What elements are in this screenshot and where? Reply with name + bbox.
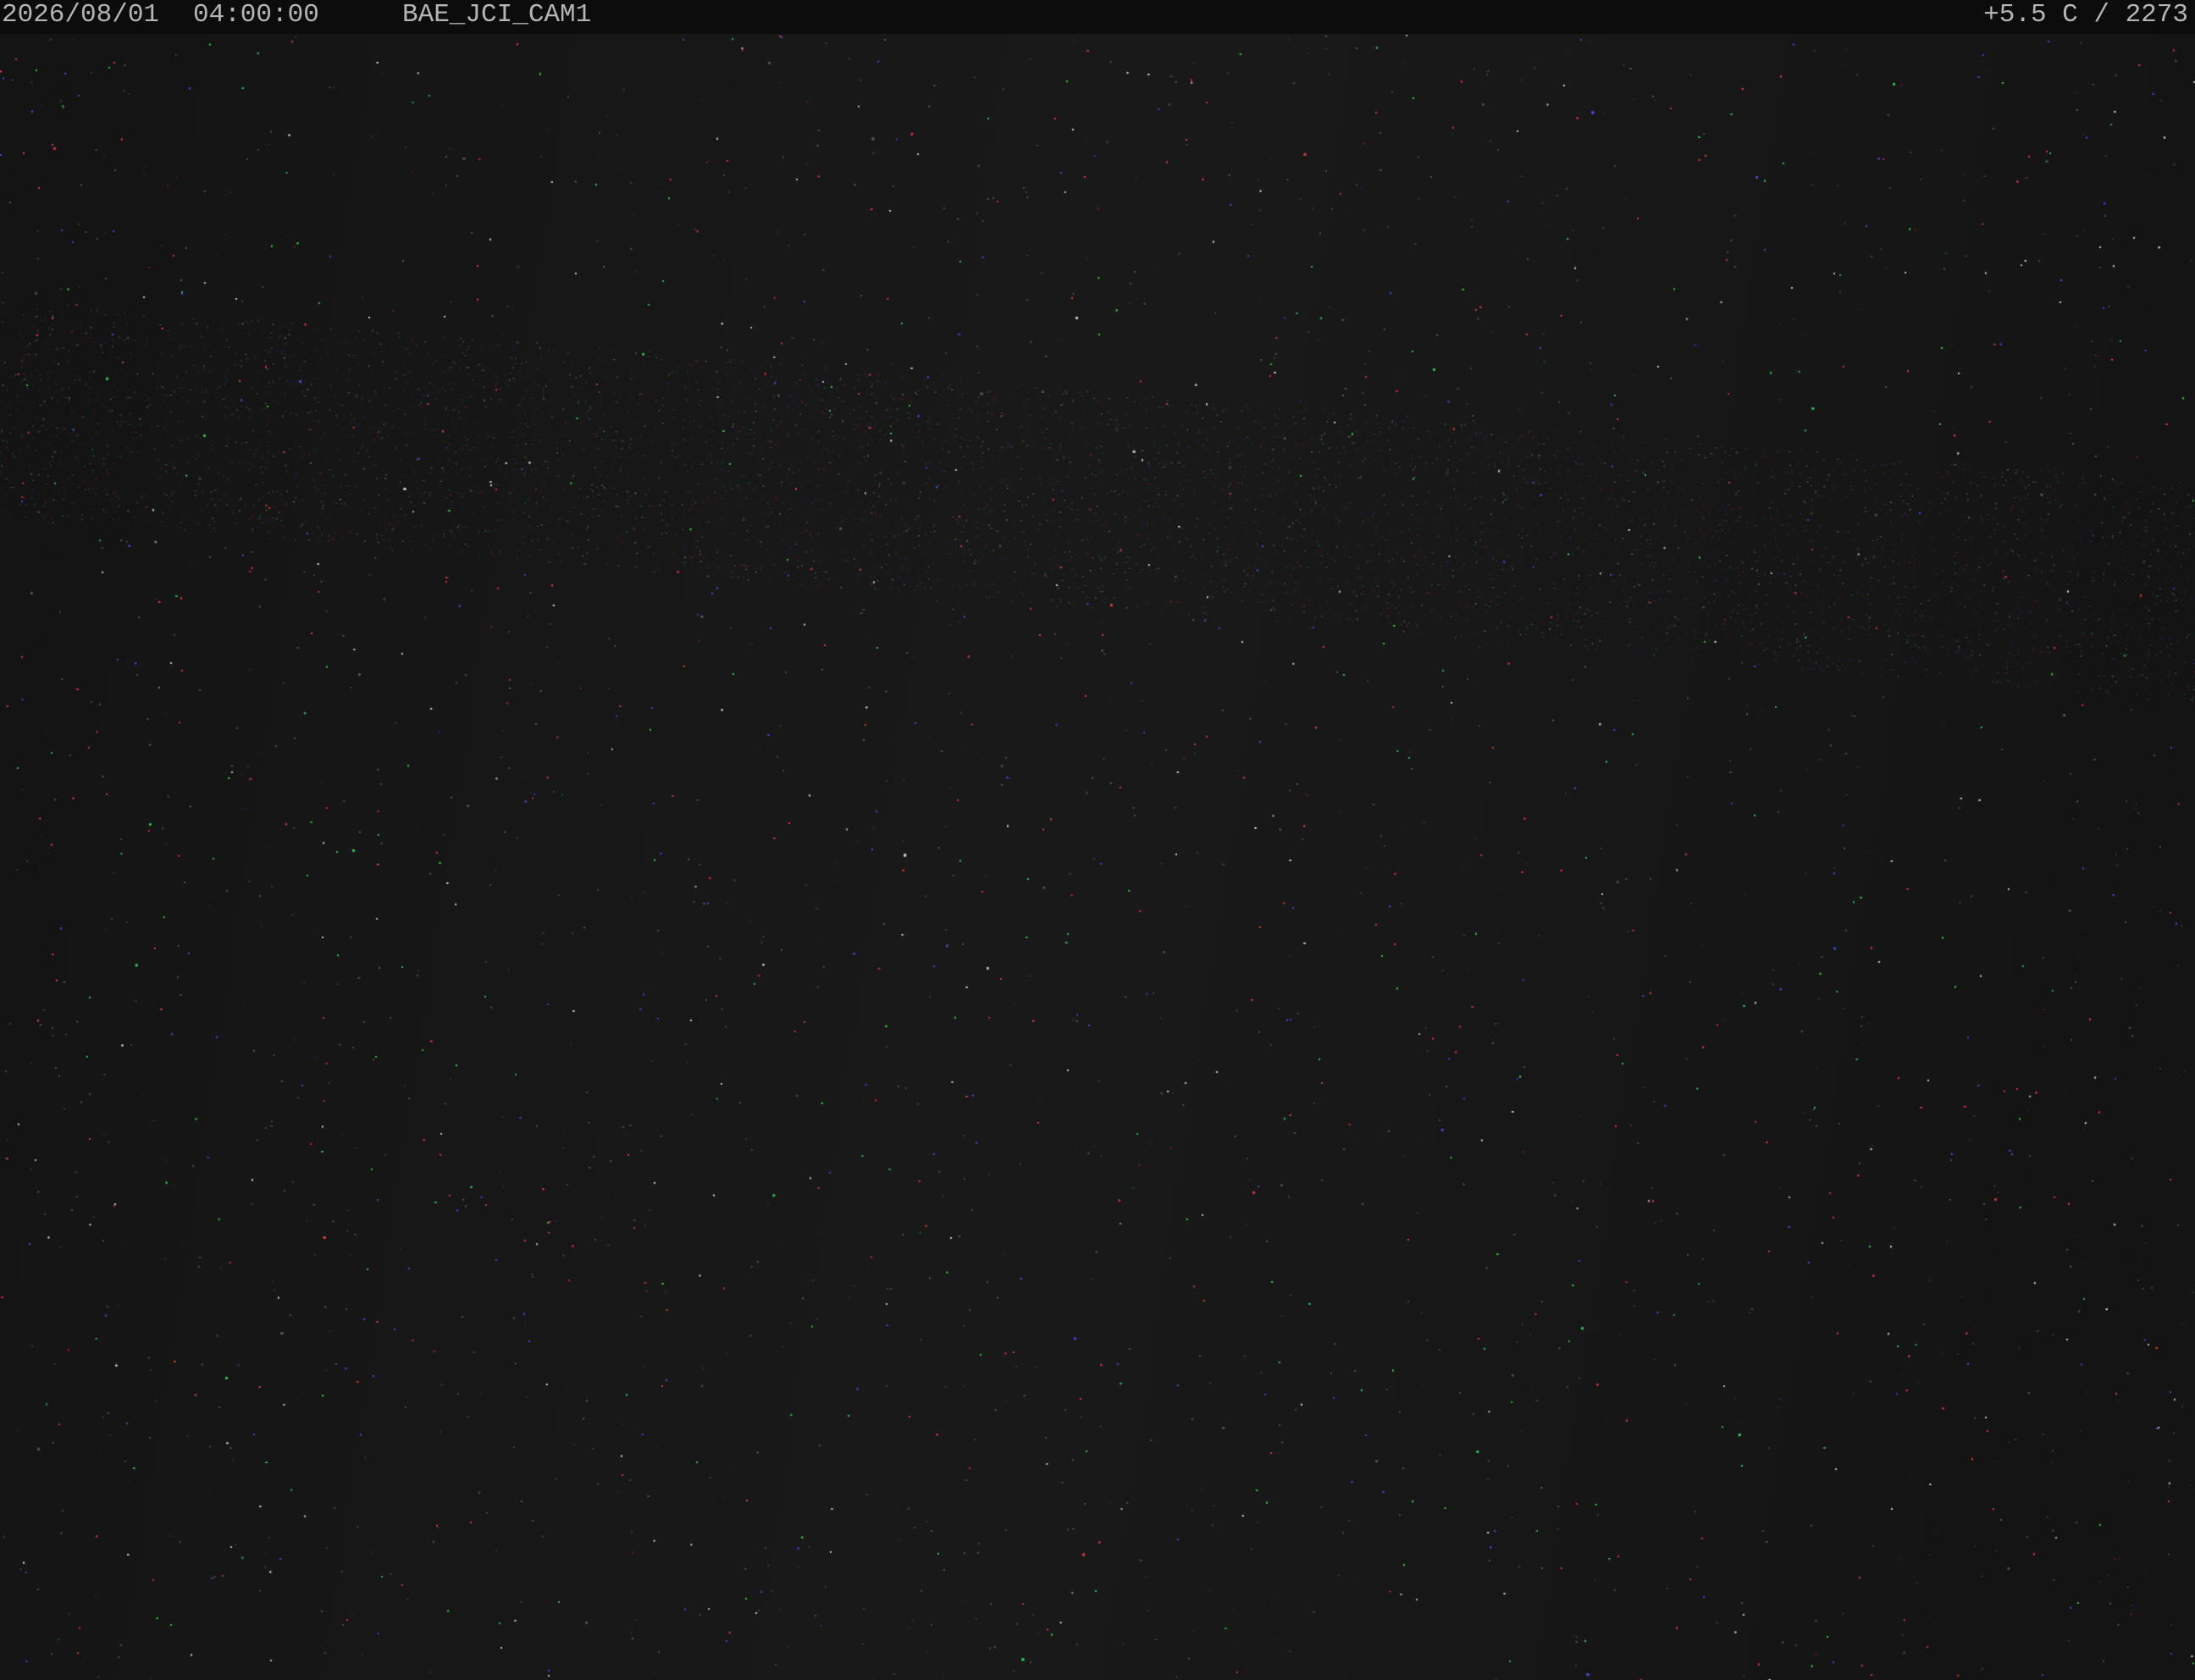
night-sky-image: [0, 0, 2195, 1680]
osd-camera-name: BAE_JCI_CAM1: [402, 0, 592, 30]
osd-time: 04:00:00: [193, 0, 319, 30]
osd-date: 2026/08/01: [2, 0, 160, 30]
osd-temperature: +5.5 C / 2273: [1983, 0, 2188, 30]
osd-overlay-bar: 2026/08/01 04:00:00 BAE_JCI_CAM1 +5.5 C …: [0, 0, 2195, 34]
camera-frame: 2026/08/01 04:00:00 BAE_JCI_CAM1 +5.5 C …: [0, 0, 2195, 1680]
